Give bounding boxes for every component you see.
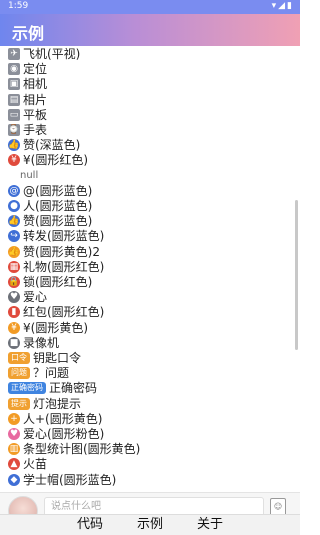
list-item-label: @(圆形蓝色) (23, 183, 93, 198)
list-item[interactable]: ● 人(圆形蓝色) (8, 198, 92, 214)
list-item-label: 相片 (23, 92, 48, 107)
list-item-label: 爱心 (23, 290, 48, 305)
list-item-label: 正确密码 (49, 381, 98, 396)
list-item[interactable]: ¥ ¥(圆形黄色) (8, 320, 88, 336)
list-item-label: 礼物(圆形红色) (23, 259, 105, 274)
list-item[interactable]: ◆ 学士帽(圆形蓝色) (8, 472, 116, 488)
photo-icon: ▤ (8, 93, 20, 106)
status-time: 1:59 (8, 1, 29, 11)
graduation-cap-icon: ◆ (8, 473, 20, 486)
bar-chart-icon: ▥ (8, 443, 20, 456)
list-item-label: 赞(圆形黄色)2 (23, 244, 100, 259)
list-item-label: 锁(圆形红色) (23, 275, 93, 289)
lock-icon: 🔒 (8, 276, 20, 288)
status-icons: ▾◢▮ (271, 1, 294, 11)
list-item[interactable]: + 人+(圆形黄色) (8, 411, 102, 427)
list-item[interactable]: 正确密码 正确密码 (8, 380, 97, 396)
heart-icon: ♥ (8, 291, 20, 304)
list-item[interactable]: @ @(圆形蓝色) (8, 183, 92, 199)
list-item[interactable]: null (8, 168, 38, 184)
list-item[interactable]: ▲ 火苗 (8, 456, 47, 472)
page-title: 示例 (12, 24, 45, 43)
list-item-label: 人(圆形蓝色) (23, 199, 93, 213)
list-item-label: 赞(深蓝色) (23, 138, 81, 153)
gift-icon: ▦ (8, 260, 20, 273)
list-item[interactable]: ✈ 飞机(平视) (8, 46, 80, 62)
list-item-label: 爱心(圆形粉色) (23, 427, 105, 441)
camera-icon: ▣ (8, 78, 20, 91)
list-item-label: 定位 (23, 62, 48, 77)
status-bar: 1:59 ▾◢▮ (0, 0, 300, 14)
list-item[interactable]: 口令 钥匙口令 (8, 350, 81, 366)
plane-icon: ✈ (8, 48, 20, 60)
list-item-label: 相机 (23, 77, 48, 92)
video-camera-icon: ■ (8, 336, 20, 349)
add-person-icon: + (8, 412, 20, 425)
list-item[interactable]: 提示 灯泡提示 (8, 396, 81, 412)
icon-list: ✈ 飞机(平视) ◉ 定位 ▣ 相机 ▤ 相片 ▭ 平板 ⌚ 手表 👍 赞(深蓝色) ¥ ¥(圆形红色) nul… (0, 46, 300, 492)
list-item-label: 红包(圆形红色) (23, 305, 105, 320)
password-icon: 正确密码 (8, 382, 46, 395)
thumbs-up-icon: 👍 (8, 245, 20, 258)
bottom-nav: 代码 示例 关于 (0, 514, 300, 535)
list-item[interactable]: ▥ 条型统计图(圆形黄色) (8, 441, 140, 457)
list-item[interactable]: 🔒 锁(圆形红色) (8, 274, 92, 290)
list-item[interactable]: ♥ 爱心 (8, 289, 47, 305)
list-item-label: 手表 (23, 123, 48, 137)
list-item[interactable]: ▭ 平板 (8, 107, 47, 123)
list-item-label: 飞机(平视) (23, 47, 81, 61)
yen-icon: ¥ (8, 321, 20, 334)
lightbulb-icon: 提示 (8, 397, 30, 410)
nav-example[interactable]: 示例 (120, 515, 180, 535)
list-item[interactable]: ▣ 相机 (8, 76, 47, 92)
list-item[interactable]: ▮ 红包(圆形红色) (8, 304, 104, 320)
list-item-label: 录像机 (23, 335, 60, 350)
tablet-icon: ▭ (8, 108, 20, 121)
list-item[interactable]: 👍 赞(圆形蓝色) (8, 213, 92, 229)
list-item[interactable]: ↪ 转发(圆形蓝色) (8, 228, 104, 244)
list-item[interactable]: ¥ ¥(圆形红色) (8, 152, 88, 168)
share-icon: ↪ (8, 230, 20, 243)
list-item[interactable]: 👍 赞(深蓝色) (8, 137, 80, 153)
nav-code[interactable]: 代码 (60, 515, 120, 535)
at-icon: @ (8, 184, 20, 197)
location-icon: ◉ (8, 63, 20, 76)
nav-about[interactable]: 关于 (180, 515, 240, 535)
list-item-label: null (20, 169, 39, 181)
list-item-label: ¥(圆形红色) (23, 153, 88, 168)
list-item[interactable]: ◉ 定位 (8, 61, 47, 77)
list-item[interactable]: ⌚ 手表 (8, 122, 47, 138)
list-item[interactable]: 问题 ？问题 (8, 365, 69, 381)
person-icon: ● (8, 200, 20, 212)
watch-icon: ⌚ (8, 124, 20, 136)
list-item-label: 钥匙口令 (33, 351, 82, 365)
list-item[interactable]: ♥ 爱心(圆形粉色) (8, 426, 104, 442)
list-item-label: 条型统计图(圆形黄色) (23, 442, 141, 457)
list-item-label: 灯泡提示 (33, 396, 82, 411)
scrollbar[interactable] (295, 200, 298, 350)
list-item[interactable]: 👍 赞(圆形黄色)2 (8, 244, 100, 260)
list-item[interactable]: ▦ 礼物(圆形红色) (8, 259, 104, 275)
list-item-label: 人+(圆形黄色) (23, 411, 103, 426)
key-icon: 口令 (8, 352, 30, 364)
flame-icon: ▲ (8, 458, 20, 471)
list-item-label: 转发(圆形蓝色) (23, 229, 105, 244)
thumbs-up-icon: 👍 (8, 139, 20, 152)
list-item-label: 平板 (23, 107, 48, 122)
list-item-label: 学士帽(圆形蓝色) (23, 472, 117, 487)
thumbs-up-icon: 👍 (8, 215, 20, 228)
list-item[interactable]: ▤ 相片 (8, 92, 47, 108)
list-item-label: 赞(圆形蓝色) (23, 214, 93, 229)
list-item[interactable]: ■ 录像机 (8, 335, 59, 351)
list-item-label: ？问题 (33, 366, 70, 381)
list-item-label: ¥(圆形黄色) (23, 320, 88, 335)
app-bar: 示例 (0, 14, 300, 46)
yen-icon: ¥ (8, 154, 20, 167)
red-envelope-icon: ▮ (8, 306, 20, 319)
list-item-label: 火苗 (23, 457, 48, 472)
heart-icon: ♥ (8, 428, 20, 440)
question-icon: 问题 (8, 367, 30, 380)
